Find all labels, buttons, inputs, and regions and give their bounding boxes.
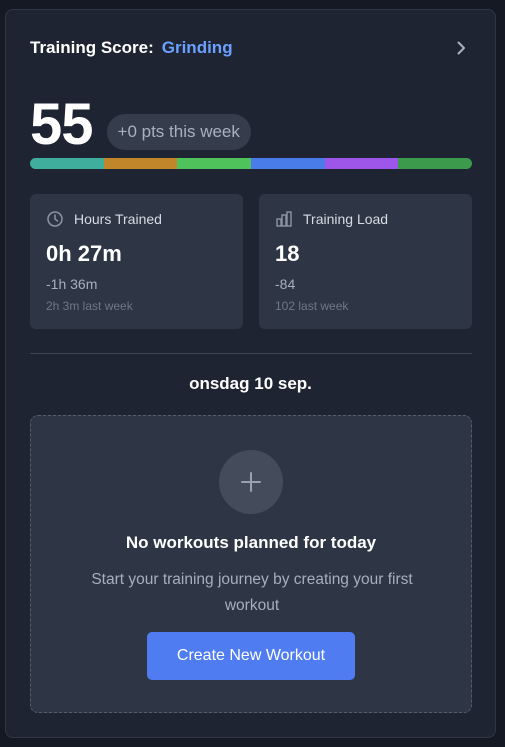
hours-trained-header: Hours Trained <box>46 210 162 228</box>
score-row: 55 +0 pts this week <box>30 88 251 160</box>
training-status: Grinding <box>161 38 233 57</box>
clock-icon <box>47 211 63 227</box>
weekly-change-badge: +0 pts this week <box>106 114 251 150</box>
progress-segment <box>398 158 472 169</box>
training-load-delta: -84 <box>275 276 296 292</box>
empty-state-description: Start your training journey by creating … <box>91 571 413 614</box>
bar-chart-icon <box>276 211 292 227</box>
training-load-card: Training Load 18 -84 102 last week <box>259 194 472 329</box>
training-score-label: Training Score: <box>30 38 154 57</box>
hours-trained-last-week: 2h 3m last week <box>46 299 133 313</box>
score-progress-bar <box>30 158 472 169</box>
current-date: onsdag 10 sep. <box>189 374 312 393</box>
progress-segment <box>103 158 178 169</box>
training-score-card: Training Score: Grinding 55 +0 pts this … <box>5 9 496 738</box>
add-workout-button[interactable] <box>219 450 283 514</box>
training-load-header: Training Load <box>275 210 388 228</box>
plus-icon <box>241 472 261 492</box>
training-load-title: Training Load <box>303 211 389 227</box>
create-new-workout-button[interactable]: Create New Workout <box>147 632 355 680</box>
hours-trained-delta: -1h 36m <box>46 276 98 292</box>
empty-state-title: No workouts planned for today <box>125 533 377 552</box>
no-workouts-panel: No workouts planned for today Start your… <box>30 415 472 713</box>
training-load-last-week: 102 last week <box>275 299 349 313</box>
hours-trained-card: Hours Trained 0h 27m -1h 36m 2h 3m last … <box>30 194 243 329</box>
progress-segment <box>324 158 399 169</box>
progress-segment <box>177 158 252 169</box>
training-load-value: 18 <box>275 241 300 266</box>
training-score-value: 55 <box>30 91 94 157</box>
card-header: Training Score: Grinding <box>30 36 471 60</box>
hours-trained-value: 0h 27m <box>46 241 122 266</box>
progress-segment <box>30 158 104 169</box>
hours-trained-title: Hours Trained <box>74 211 162 227</box>
divider <box>30 353 472 354</box>
chevron-right-icon[interactable] <box>451 38 471 58</box>
progress-segment <box>251 158 325 169</box>
